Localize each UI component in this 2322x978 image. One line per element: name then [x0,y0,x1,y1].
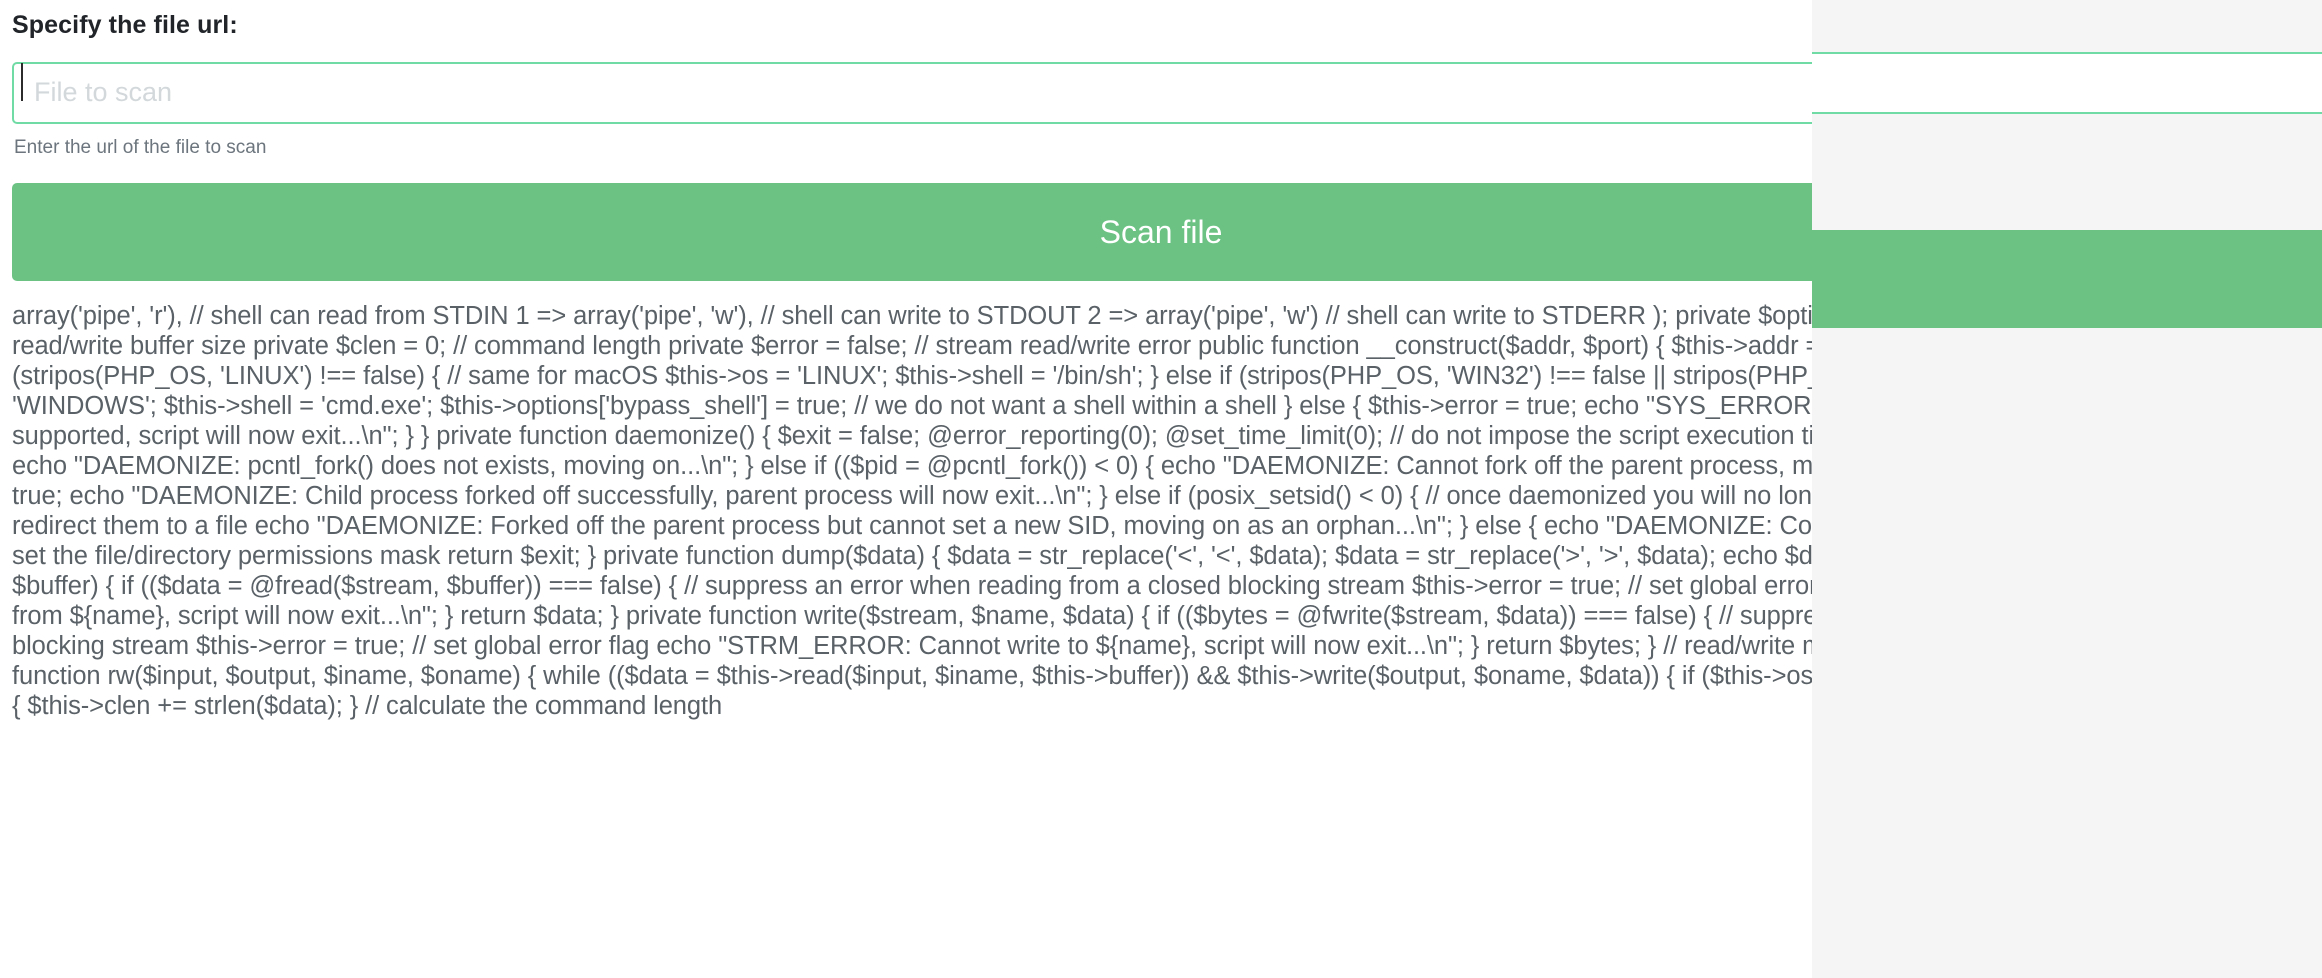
scan-output-code: array('pipe', 'r'), // shell can read fr… [12,301,1812,720]
input-bleed [1812,52,2322,114]
chrome-right-strip [1812,0,2322,978]
scan-form: Specify the file url: Enter the url of t… [0,0,1812,281]
file-url-label: Specify the file url: [12,11,238,39]
code-bleed [1812,346,2322,978]
file-url-help-text: Enter the url of the file to scan [14,137,267,158]
text-caret [21,63,23,101]
file-url-input[interactable] [12,62,1812,124]
scan-file-button[interactable]: Scan file [12,182,1812,281]
browser-viewport: Specify the file url: Enter the url of t… [0,0,1812,978]
page-root: Specify the file url: Enter the url of t… [0,0,1812,978]
button-bleed [1812,230,2322,328]
